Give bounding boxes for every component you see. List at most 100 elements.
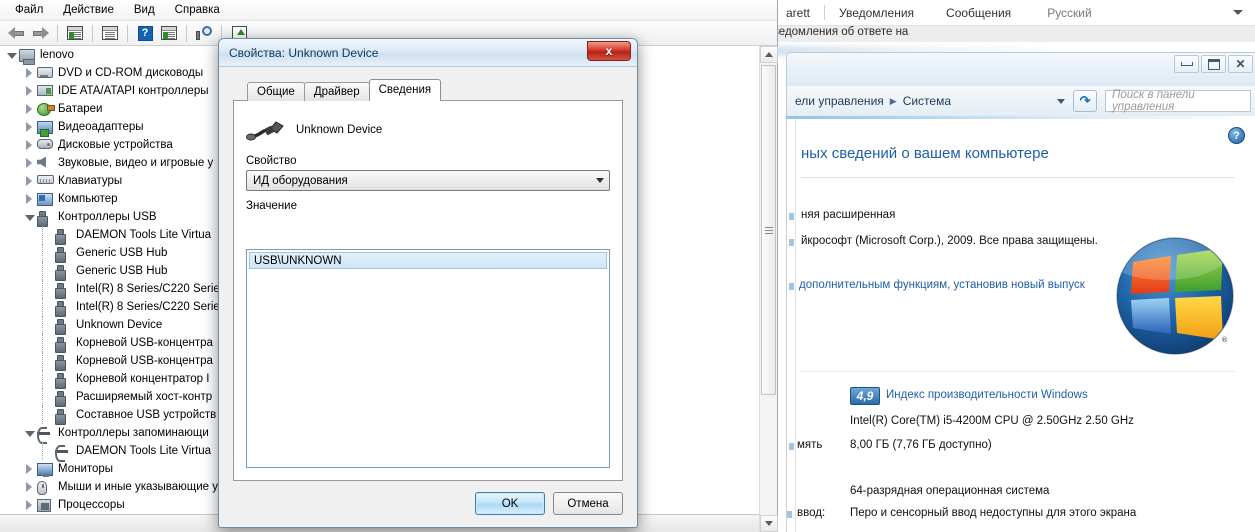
scroll-up-button[interactable] xyxy=(760,46,778,63)
help-icon[interactable]: ? xyxy=(1228,127,1245,144)
tree-expander-closed-icon[interactable] xyxy=(24,157,35,169)
dialog-title-bar[interactable]: Свойства: Unknown Device x xyxy=(219,39,637,67)
tree-item-label: DAEMON Tools Lite Virtua xyxy=(76,445,212,457)
refresh-icon[interactable]: ↷ xyxy=(1073,90,1098,112)
ok-button[interactable]: OK xyxy=(475,492,545,515)
window-controls: ✕ xyxy=(1174,55,1253,73)
tree-expander-closed-icon[interactable] xyxy=(24,193,35,205)
back-arrow-icon[interactable] xyxy=(5,23,27,44)
tab-general[interactable]: Общие xyxy=(247,82,305,101)
breadcrumb-current[interactable]: Система xyxy=(903,94,951,108)
usb-icon xyxy=(55,300,72,317)
tree-expander-open-icon[interactable] xyxy=(24,212,35,223)
notification-checkbox-row[interactable]: Отправить мне уведомления об ответе на xyxy=(778,26,908,38)
tree-item-label: Контроллеры запоминающи xyxy=(58,427,209,439)
tree-expander-closed-icon[interactable] xyxy=(24,499,35,511)
tree-expander-closed-icon[interactable] xyxy=(24,175,35,187)
close-icon[interactable]: x xyxy=(587,40,631,61)
tree-connector xyxy=(42,442,53,460)
property-dropdown-value: ИД оборудования xyxy=(253,174,348,187)
menu-view[interactable]: Вид xyxy=(125,2,164,18)
value-label: Значение xyxy=(246,200,297,212)
tree-expander-closed-icon[interactable] xyxy=(24,103,35,115)
tree-expander-closed-icon[interactable] xyxy=(24,139,35,151)
scan-hardware-icon[interactable] xyxy=(193,23,215,44)
scan-play-icon[interactable] xyxy=(158,23,180,44)
pen-input-label: ввод: xyxy=(797,507,826,519)
browser-notifications-link[interactable]: Уведомления xyxy=(839,6,914,20)
menu-file[interactable]: Файл xyxy=(6,2,52,18)
scroll-thumb[interactable] xyxy=(761,65,776,395)
tree-expander-closed-icon[interactable] xyxy=(24,463,35,475)
tree-item-label: Дисковые устройства xyxy=(58,139,173,151)
close-button[interactable]: ✕ xyxy=(1228,55,1253,73)
breadcrumb-prefix[interactable]: ели управления xyxy=(795,94,884,108)
dialog-title: Свойства: Unknown Device xyxy=(229,45,379,60)
divider xyxy=(801,177,1235,178)
tree-connector xyxy=(42,334,53,352)
tree-item-label: IDE ATA/ATAPI контроллеры xyxy=(58,85,209,97)
tree-item-label: Батареи xyxy=(58,103,103,115)
tree-expander-open-icon[interactable] xyxy=(6,50,17,61)
sound-icon xyxy=(37,156,54,171)
chevron-down-icon[interactable] xyxy=(1057,98,1066,104)
tree-item-label: Generic USB Hub xyxy=(76,265,168,277)
scroll-track[interactable] xyxy=(760,63,777,515)
breadcrumb-separator-icon: ▶ xyxy=(889,95,897,106)
tree-connector xyxy=(42,370,53,388)
details-panel: Unknown Device Свойство ИД оборудования … xyxy=(233,100,623,481)
browser-messages-link[interactable]: Сообщения xyxy=(946,6,1011,20)
search-input[interactable]: Поиск в панели управления xyxy=(1105,89,1251,113)
device-tree-scrollbar[interactable] xyxy=(759,46,778,532)
control-panel-title-bar[interactable]: ✕ xyxy=(786,52,1255,86)
upgrade-edition-link[interactable]: дополнительным функциям, установив новый… xyxy=(799,279,1085,291)
control-panel-body: ? ных сведений о вашем компьютере няя ра… xyxy=(786,119,1255,532)
browser-username[interactable]: arett xyxy=(786,6,810,20)
tree-item-label: Unknown Device xyxy=(76,319,163,331)
chevron-down-icon[interactable] xyxy=(1233,10,1243,15)
property-dropdown[interactable]: ИД оборудования xyxy=(246,170,610,191)
dialog-tabs: Общие Драйвер Сведения xyxy=(233,79,623,101)
menu-help[interactable]: Справка xyxy=(166,2,229,18)
value-list[interactable]: USB\UNKNOWN xyxy=(246,249,610,468)
tree-item-label: Корневой USB-концентра xyxy=(76,337,213,349)
tree-expander-closed-icon[interactable] xyxy=(24,121,35,133)
wei-link[interactable]: Индекс производительности Windows xyxy=(886,389,1088,401)
usb-icon xyxy=(55,282,72,299)
tree-expander-open-icon[interactable] xyxy=(24,428,35,439)
edge-marker xyxy=(789,239,794,246)
tree-item-label: Intel(R) 8 Series/C220 Serie xyxy=(76,301,220,313)
scroll-down-button[interactable] xyxy=(760,515,778,532)
cancel-button[interactable]: Отмена xyxy=(553,492,623,515)
tab-driver[interactable]: Драйвер xyxy=(303,82,370,101)
tree-item-label: DVD и CD-ROM дисководы xyxy=(58,67,204,79)
mouse-icon xyxy=(37,480,54,495)
tree-item-label: Звуковые, видео и игровые у xyxy=(58,157,214,169)
tab-details[interactable]: Сведения xyxy=(368,79,442,101)
tree-expander-closed-icon[interactable] xyxy=(24,85,35,97)
forward-arrow-icon[interactable] xyxy=(29,23,51,44)
tree-expander-closed-icon[interactable] xyxy=(24,481,35,493)
menu-action[interactable]: Действие xyxy=(54,2,123,18)
property-label: Свойство xyxy=(246,155,297,167)
tree-item-label: Мониторы xyxy=(58,463,114,475)
battery-icon xyxy=(37,102,55,117)
restore-button[interactable] xyxy=(1201,55,1226,73)
divider xyxy=(824,5,826,20)
breadcrumb[interactable]: ели управления ▶ Система xyxy=(795,94,1066,108)
control-panel-address-bar[interactable]: ели управления ▶ Система ↷ Поиск в панел… xyxy=(786,86,1255,116)
chevron-down-icon[interactable] xyxy=(591,171,609,190)
memory-label: мять xyxy=(797,439,823,451)
properties-icon[interactable] xyxy=(64,23,86,44)
toolbar-separator xyxy=(57,24,58,42)
browser-language-selector[interactable]: Русский xyxy=(1047,6,1092,20)
value-list-item[interactable]: USB\UNKNOWN xyxy=(249,252,607,269)
tree-connector xyxy=(42,226,53,244)
document-icon[interactable] xyxy=(99,23,121,44)
minimize-button[interactable] xyxy=(1174,55,1199,73)
tree-expander-closed-icon[interactable] xyxy=(24,67,35,79)
pc-icon xyxy=(37,192,54,207)
help-icon[interactable]: ? xyxy=(134,23,156,44)
windows-edition-line: няя расширенная xyxy=(801,209,896,221)
tree-connector xyxy=(42,406,53,424)
